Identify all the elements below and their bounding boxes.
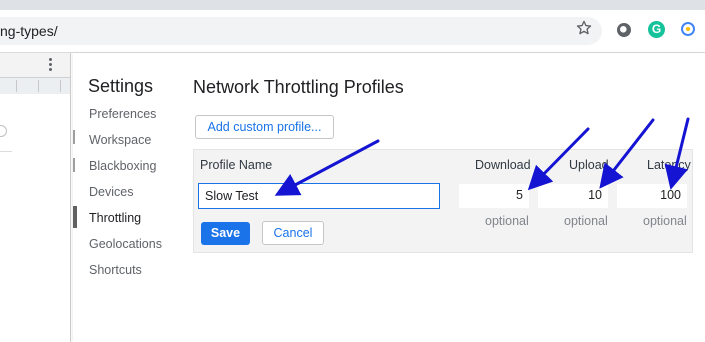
- latency-header: Latency: [647, 158, 691, 172]
- download-optional-label: optional: [485, 214, 529, 228]
- latency-optional-label: optional: [643, 214, 687, 228]
- nav-devices[interactable]: Devices: [89, 185, 133, 199]
- latency-input[interactable]: 100: [617, 184, 687, 208]
- download-input[interactable]: 5: [459, 184, 529, 208]
- tab-strip: [0, 0, 705, 10]
- nav-throttling[interactable]: Throttling: [89, 211, 141, 225]
- divider: [0, 151, 12, 152]
- circle-extension-icon[interactable]: [617, 23, 631, 37]
- page-title: Network Throttling Profiles: [193, 77, 404, 97]
- profile-name-header: Profile Name: [200, 158, 273, 172]
- browser-toolbar: ng-types/: [0, 10, 705, 53]
- nav-shortcuts[interactable]: Shortcuts: [89, 263, 142, 277]
- save-button[interactable]: Save: [201, 222, 250, 245]
- wifi-icon: [0, 125, 7, 137]
- devtools-toolbar: [0, 53, 70, 78]
- devtools-left-pane: [0, 53, 71, 342]
- nav-geolocations[interactable]: Geolocations: [89, 237, 162, 251]
- cancel-button[interactable]: Cancel: [262, 221, 324, 245]
- upload-optional-label: optional: [564, 214, 608, 228]
- upload-header: Upload: [569, 158, 609, 172]
- devtools-subtoolbar: [0, 78, 70, 94]
- url-text: ng-types/: [0, 23, 58, 39]
- download-header: Download: [475, 158, 531, 172]
- add-custom-profile-button[interactable]: Add custom profile...: [195, 115, 334, 139]
- address-bar[interactable]: ng-types/: [0, 17, 602, 45]
- nav-blackboxing[interactable]: Blackboxing: [89, 159, 156, 173]
- profile-name-input[interactable]: Slow Test: [198, 183, 440, 209]
- nav-selected-indicator: [73, 206, 77, 228]
- star-icon[interactable]: [575, 19, 593, 37]
- settings-title: Settings: [88, 76, 154, 96]
- grammarly-icon[interactable]: G: [648, 21, 665, 38]
- extension-icon[interactable]: [681, 22, 695, 36]
- nav-workspace[interactable]: Workspace: [89, 133, 151, 147]
- nav-preferences[interactable]: Preferences: [89, 107, 156, 121]
- upload-input[interactable]: 10: [538, 184, 608, 208]
- more-options-icon[interactable]: [46, 57, 54, 73]
